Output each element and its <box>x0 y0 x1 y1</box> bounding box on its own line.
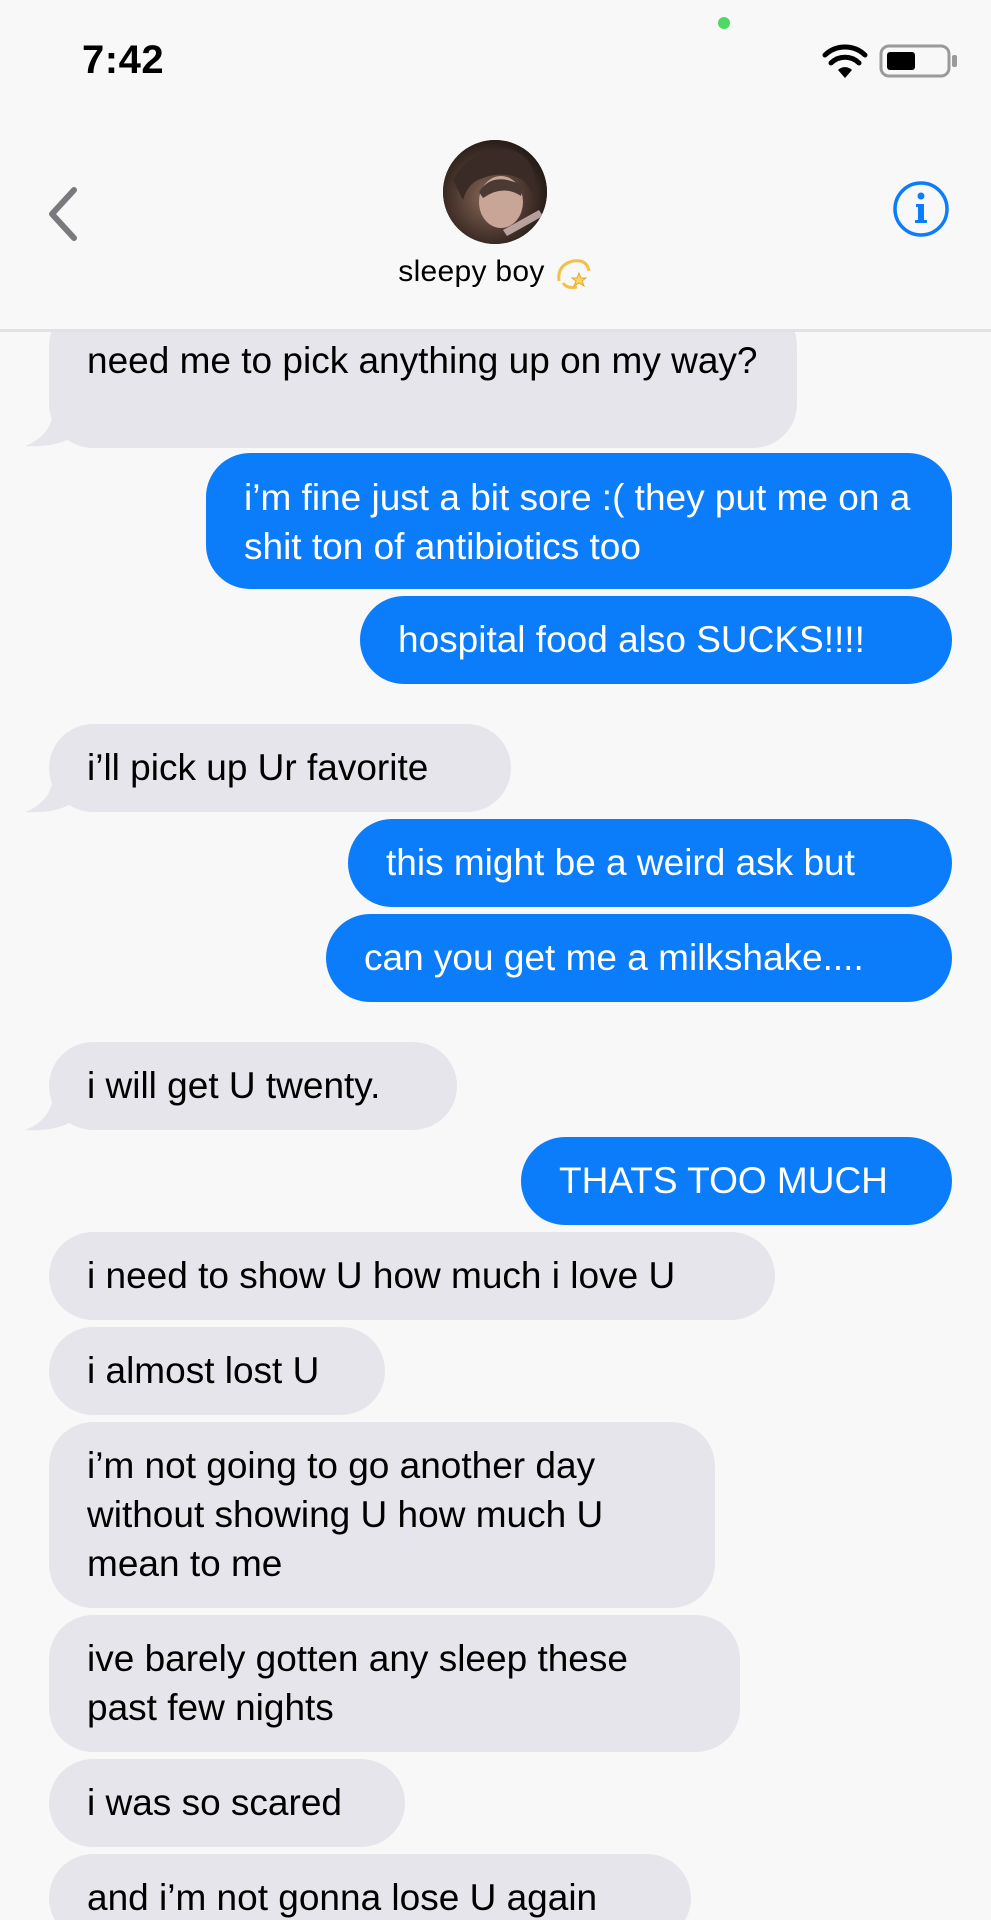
message-text: can you get me a milkshake.... <box>364 937 864 978</box>
dizzy-star-emoji-icon <box>557 259 591 289</box>
wifi-icon <box>822 44 868 78</box>
message-text: this might be a weird ask but <box>386 842 855 883</box>
contact-avatar[interactable] <box>443 140 547 244</box>
message-text: i’m fine just a bit sore :( they put me … <box>244 477 911 567</box>
message-bubble-outgoing[interactable]: this might be a weird ask but <box>348 819 952 907</box>
message-text: i will get U twenty. <box>87 1065 381 1106</box>
message-text: i was so scared <box>87 1782 342 1823</box>
message-text: ive barely gotten any sleep these past f… <box>87 1638 628 1728</box>
message-text: and i’m not gonna lose U again <box>87 1877 598 1918</box>
message-bubble-incoming[interactable]: need me to pick anything up on my way? <box>49 332 797 448</box>
message-bubble-incoming[interactable]: i almost lost U <box>49 1327 385 1415</box>
message-bubble-outgoing[interactable]: hospital food also SUCKS!!!! <box>360 596 952 684</box>
bubble-tail <box>25 778 75 813</box>
message-bubble-outgoing[interactable]: can you get me a milkshake.... <box>326 914 952 1002</box>
message-bubble-outgoing[interactable]: THATS TOO MUCH <box>521 1137 952 1225</box>
message-thread[interactable]: need me to pick anything up on my way? i… <box>0 332 991 1920</box>
message-text: i’m not going to go another day without … <box>87 1445 604 1584</box>
message-bubble-incoming[interactable]: i will get U twenty. <box>49 1042 457 1130</box>
contact-name[interactable]: sleepy boy <box>0 253 991 293</box>
message-bubble-incoming[interactable]: i was so scared <box>49 1759 405 1847</box>
message-bubble-incoming[interactable]: i’m not going to go another day without … <box>49 1422 715 1608</box>
message-text: i’ll pick up Ur favorite <box>87 747 429 788</box>
bubble-tail <box>25 412 75 447</box>
message-bubble-incoming[interactable]: i’ll pick up Ur favorite <box>49 724 511 812</box>
back-chevron-icon[interactable] <box>44 184 80 244</box>
message-text: i almost lost U <box>87 1350 320 1391</box>
camera-indicator-dot <box>718 17 730 29</box>
message-bubble-incoming[interactable]: ive barely gotten any sleep these past f… <box>49 1615 740 1752</box>
conversation-header: sleepy boy <box>0 110 991 332</box>
message-bubble-incoming[interactable]: i need to show U how much i love U <box>49 1232 775 1320</box>
message-text: need me to pick anything up on my way? <box>87 340 758 381</box>
message-text: THATS TOO MUCH <box>559 1160 888 1201</box>
status-time: 7:42 <box>82 38 165 82</box>
message-text: i need to show U how much i love U <box>87 1255 676 1296</box>
info-icon[interactable] <box>892 180 950 238</box>
bubble-tail <box>25 1096 75 1131</box>
message-bubble-outgoing[interactable]: i’m fine just a bit sore :( they put me … <box>206 453 952 589</box>
contact-name-text: sleepy boy <box>398 254 545 288</box>
battery-icon <box>879 44 957 78</box>
status-bar: 7:42 <box>0 0 991 110</box>
message-text: hospital food also SUCKS!!!! <box>398 619 865 660</box>
message-bubble-incoming[interactable]: and i’m not gonna lose U again <box>49 1854 691 1920</box>
